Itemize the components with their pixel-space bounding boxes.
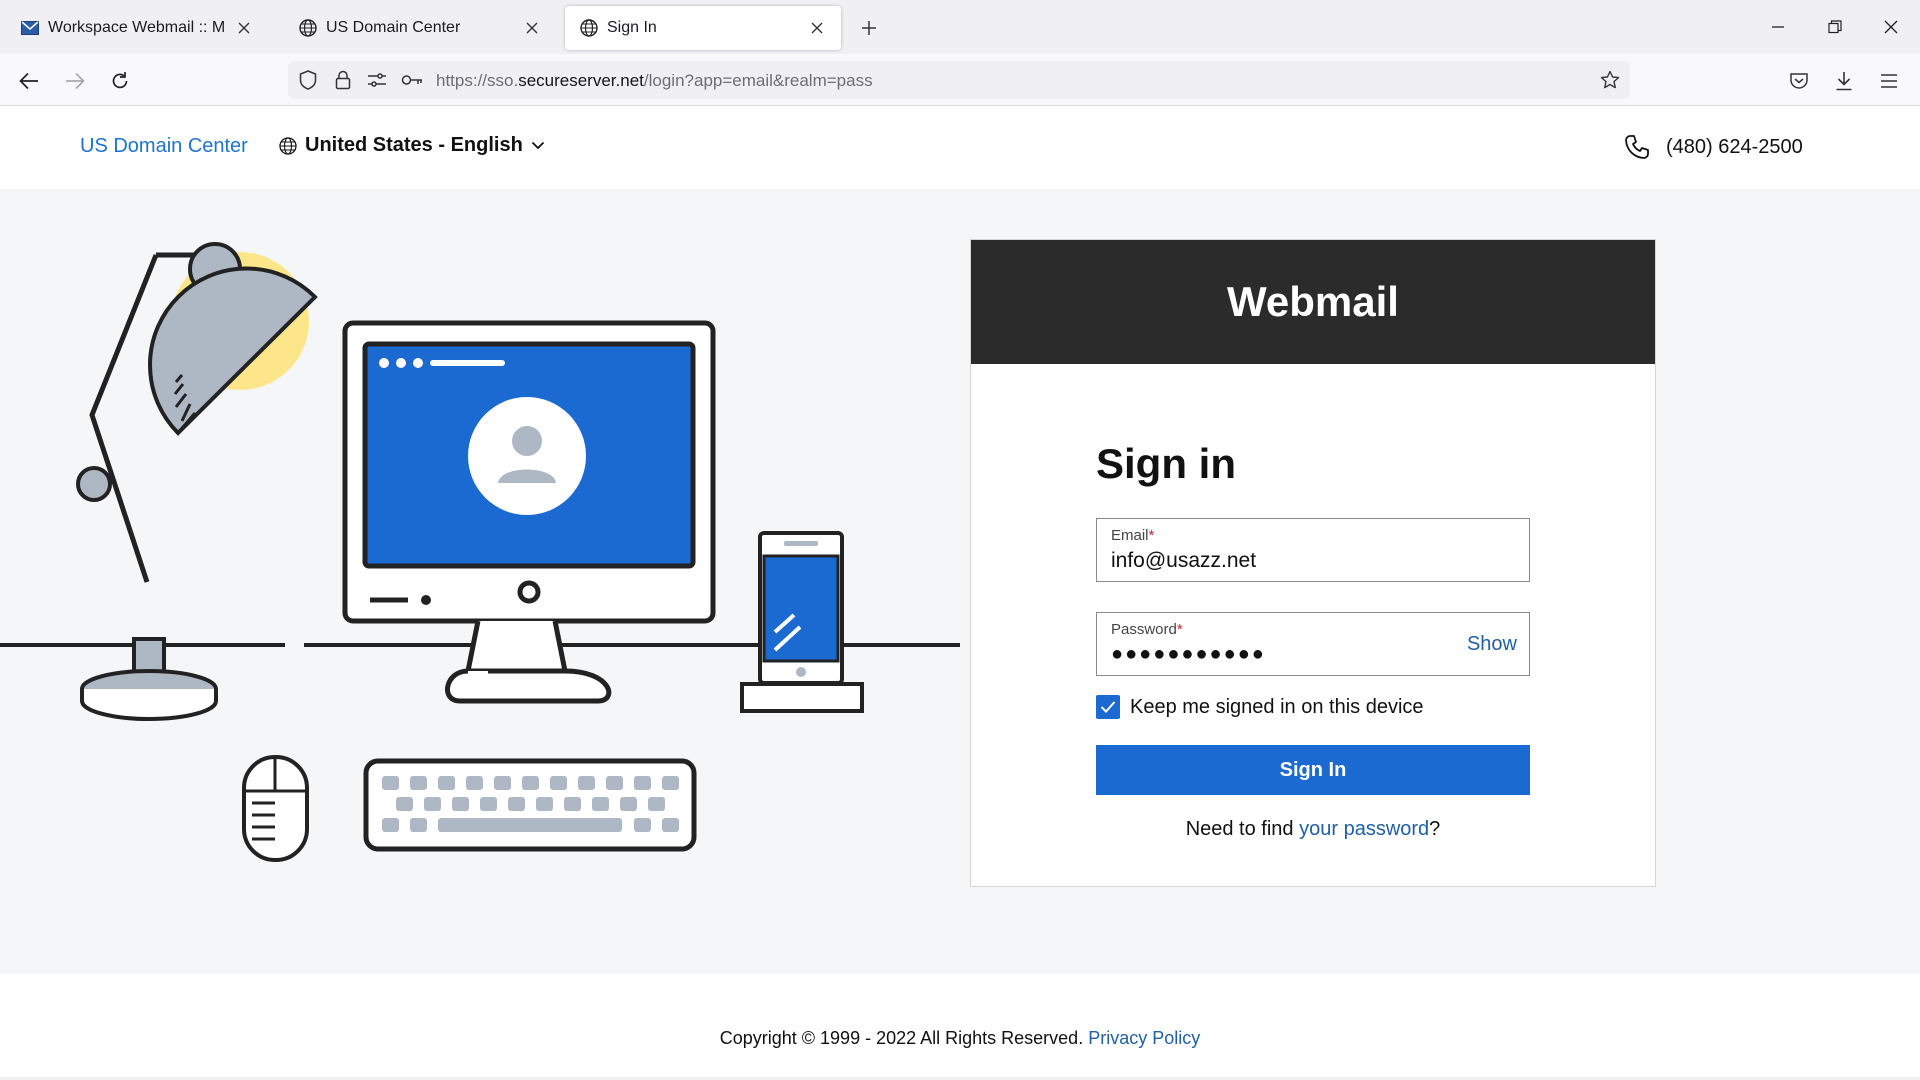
close-icon[interactable] — [234, 18, 254, 38]
site-footer: Copyright © 1999 - 2022 All Rights Reser… — [0, 974, 1920, 1080]
new-tab-button[interactable] — [855, 14, 883, 42]
mail-icon — [20, 18, 40, 38]
footer-copyright: Copyright © 1999 - 2022 All Rights Reser… — [0, 1028, 1920, 1049]
close-window-button[interactable] — [1874, 10, 1908, 44]
restore-button[interactable] — [1818, 10, 1852, 44]
browser-tab-bar: Workspace Webmail :: Mail Index US Domai… — [0, 0, 1920, 54]
privacy-policy-link[interactable]: Privacy Policy — [1088, 1028, 1200, 1048]
menu-icon[interactable] — [1874, 66, 1904, 96]
sign-in-button[interactable]: Sign In — [1096, 745, 1530, 795]
email-input[interactable] — [1111, 547, 1441, 575]
pocket-icon[interactable] — [1784, 66, 1814, 96]
brand-link[interactable]: US Domain Center — [80, 135, 248, 158]
phone-icon — [1624, 134, 1650, 160]
globe-icon — [579, 18, 599, 38]
tab-sign-in[interactable]: Sign In — [565, 6, 841, 50]
address-bar[interactable]: https://sso.secureserver.net/login?app=e… — [288, 61, 1630, 99]
help-suffix: ? — [1429, 818, 1441, 840]
language-selector[interactable]: United States - English — [279, 134, 545, 157]
email-label-text: Email — [1111, 527, 1149, 544]
back-button[interactable] — [14, 66, 44, 96]
help-prefix: Need to find — [1185, 818, 1300, 840]
close-icon[interactable] — [807, 18, 827, 38]
lock-icon[interactable] — [332, 70, 354, 90]
find-password-link[interactable]: your password — [1299, 818, 1429, 840]
language-label: United States - English — [305, 134, 523, 156]
show-password-button[interactable]: Show — [1467, 633, 1517, 656]
close-icon[interactable] — [522, 18, 542, 38]
keep-signed-in[interactable]: Keep me signed in on this device — [1096, 695, 1424, 719]
globe-icon — [298, 18, 318, 38]
url-domain: secureserver.net — [518, 71, 644, 90]
url-path: /login?app=email&realm=pass — [643, 71, 873, 90]
workspace-illustration — [0, 242, 960, 862]
permissions-icon[interactable] — [366, 70, 388, 90]
signin-heading: Sign in — [1096, 440, 1236, 487]
tab-us-domain-center[interactable]: US Domain Center — [284, 6, 556, 50]
copyright-text: Copyright © 1999 - 2022 All Rights Reser… — [719, 1028, 1084, 1048]
download-icon[interactable] — [1829, 66, 1859, 96]
globe-icon — [279, 136, 297, 155]
signin-card: Webmail Sign in Email* Password* ●●●●●●●… — [970, 239, 1656, 887]
required-mark: * — [1148, 527, 1155, 544]
required-mark: * — [1176, 621, 1183, 638]
main-content: Webmail Sign in Email* Password* ●●●●●●●… — [0, 189, 1920, 974]
forward-button[interactable] — [60, 66, 90, 96]
site-header: US Domain Center United States - English… — [0, 107, 1920, 189]
smartphone-icon — [740, 531, 864, 713]
star-icon[interactable] — [1599, 70, 1621, 90]
password-help: Need to find your password? — [971, 818, 1655, 841]
tab-label: Sign In — [607, 19, 657, 36]
keep-signed-in-label: Keep me signed in on this device — [1130, 695, 1424, 718]
phone-number: (480) 624-2500 — [1666, 135, 1803, 158]
tab-label: US Domain Center — [326, 19, 461, 36]
url-prefix: https://sso. — [436, 71, 519, 90]
tab-label: Workspace Webmail :: Mail Index — [48, 19, 226, 36]
chevron-down-icon — [531, 141, 545, 151]
minimize-button[interactable] — [1761, 10, 1795, 44]
shield-icon[interactable] — [297, 70, 319, 90]
mouse-icon — [242, 755, 309, 862]
reload-button[interactable] — [105, 66, 135, 96]
checkmark-icon — [1100, 701, 1116, 713]
browser-nav-bar: https://sso.secureserver.net/login?app=e… — [0, 54, 1920, 106]
password-input[interactable]: ●●●●●●●●●●● — [1111, 643, 1266, 666]
keyboard-icon — [363, 758, 697, 852]
keep-signed-in-checkbox[interactable] — [1096, 695, 1120, 719]
password-label: Password* — [1111, 621, 1183, 638]
password-label-text: Password — [1111, 621, 1177, 638]
email-label: Email* — [1111, 527, 1154, 544]
card-title: Webmail — [971, 240, 1655, 364]
password-field[interactable]: Password* ●●●●●●●●●●● Show — [1096, 612, 1530, 676]
lamp-icon — [76, 242, 318, 721]
url-text[interactable]: https://sso.secureserver.net/login?app=e… — [436, 71, 873, 91]
email-field[interactable]: Email* — [1096, 518, 1530, 582]
tab-workspace-webmail[interactable]: Workspace Webmail :: Mail Index — [6, 6, 268, 50]
key-icon[interactable] — [401, 70, 423, 90]
phone-contact[interactable]: (480) 624-2500 — [1624, 134, 1803, 160]
